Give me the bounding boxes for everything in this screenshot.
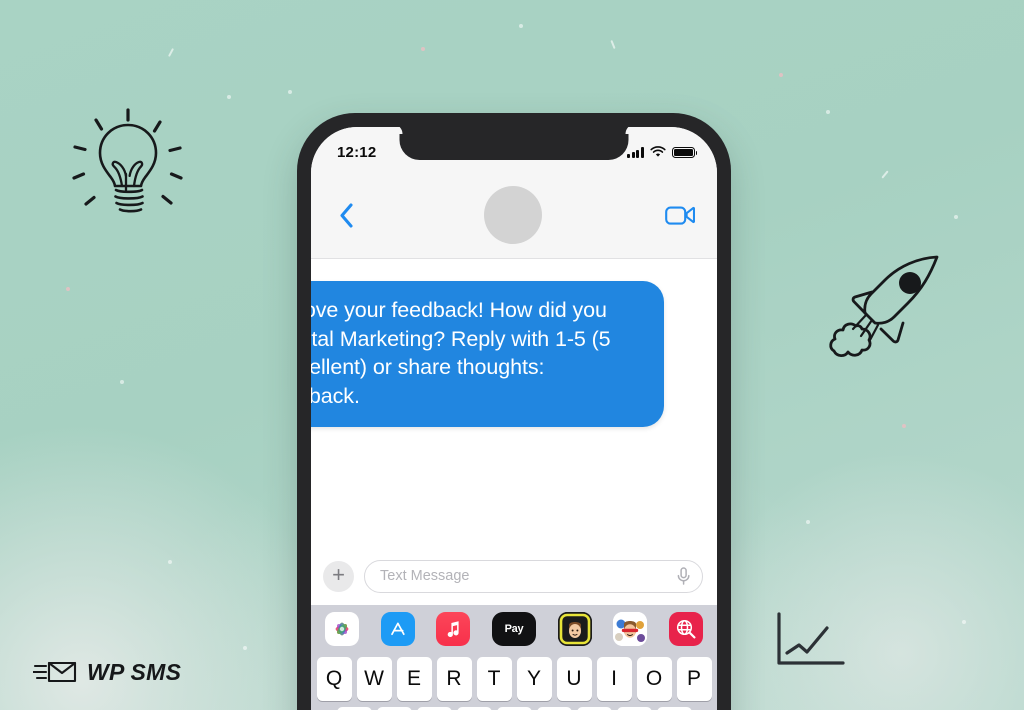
phone-mockup: 12:12 ve your feedback! How did you tal … xyxy=(297,113,731,710)
app-icon-applepay[interactable]: Pay xyxy=(491,611,536,646)
key-o[interactable]: O xyxy=(636,657,672,701)
message-input-bar: + Text Message xyxy=(311,547,717,605)
key-r[interactable]: R xyxy=(436,657,472,701)
confetti-dot xyxy=(421,47,425,51)
phone-notch xyxy=(399,127,629,160)
keyboard-row-1: Q W E R T Y U I O P xyxy=(314,657,714,701)
key-i[interactable]: I xyxy=(596,657,632,701)
avatar[interactable] xyxy=(484,186,542,244)
app-icon-appstore[interactable] xyxy=(380,611,415,646)
confetti-dot xyxy=(66,287,70,291)
key-y[interactable]: Y xyxy=(516,657,552,701)
confetti-dot xyxy=(826,110,830,114)
message-input-field[interactable]: Text Message xyxy=(364,559,703,593)
back-chevron-icon[interactable] xyxy=(331,202,361,228)
microphone-icon[interactable] xyxy=(677,566,690,586)
confetti-dot xyxy=(902,424,906,428)
confetti-dot xyxy=(954,215,958,219)
conversation-thread: 📢We'd love your feedback! How did you en… xyxy=(311,259,717,547)
battery-full-icon xyxy=(672,146,698,158)
imessage-app-row: Pay xyxy=(311,605,717,652)
wp-sms-logo-text: WP SMS xyxy=(87,658,182,685)
status-bar-icons xyxy=(627,146,698,158)
message-row: 📢We'd love your feedback! How did you en… xyxy=(311,281,664,428)
line-chart-doodle xyxy=(775,612,847,670)
confetti-dot xyxy=(243,646,247,650)
search-globe-icon xyxy=(676,619,696,638)
key-u[interactable]: U xyxy=(556,657,592,701)
key-p[interactable]: P xyxy=(676,657,712,701)
add-attachment-button[interactable]: + xyxy=(323,560,354,592)
lightbulb-doodle xyxy=(70,100,186,220)
plus-icon: + xyxy=(332,562,345,587)
signal-bars-icon xyxy=(627,147,644,158)
confetti-dot xyxy=(227,95,231,99)
rocket-doodle xyxy=(829,253,945,363)
app-icon-memoji-1[interactable] xyxy=(557,611,592,646)
memoji-glyph-2 xyxy=(613,611,648,646)
confetti-dot xyxy=(962,620,966,624)
confetti-dot xyxy=(168,560,172,564)
status-bar-time: 12:12 xyxy=(337,143,377,161)
video-camera-icon[interactable] xyxy=(665,205,695,226)
confetti-dot xyxy=(806,520,810,524)
confetti-dot xyxy=(120,380,124,384)
key-w[interactable]: W xyxy=(356,657,392,701)
message-input-placeholder: Text Message xyxy=(380,568,470,584)
message-text: We'd love your feedback! How did you enj… xyxy=(311,298,611,408)
message-bubble-outgoing[interactable]: 📢We'd love your feedback! How did you en… xyxy=(311,281,664,428)
confetti-dot xyxy=(779,73,783,77)
confetti-dot xyxy=(288,90,292,94)
key-e[interactable]: E xyxy=(396,657,432,701)
app-icon-music[interactable] xyxy=(436,611,471,646)
key-q[interactable]: Q xyxy=(316,657,352,701)
on-screen-keyboard: Q W E R T Y U I O P A S D F G H J K L xyxy=(311,652,717,710)
conversation-nav-bar xyxy=(311,175,717,255)
flying-envelope-icon xyxy=(33,661,77,683)
memoji-glyph-1 xyxy=(557,611,592,646)
key-t[interactable]: T xyxy=(476,657,512,701)
wp-sms-logo: WP SMS xyxy=(33,657,181,687)
app-icon-photos[interactable] xyxy=(325,611,359,646)
wifi-icon xyxy=(650,146,666,157)
app-icon-memoji-2[interactable] xyxy=(613,611,648,646)
app-icon-search[interactable] xyxy=(668,611,703,646)
phone-screen: 12:12 ve your feedback! How did you tal … xyxy=(311,127,717,710)
photos-glyph xyxy=(335,622,349,635)
music-note-glyph xyxy=(448,620,459,637)
confetti-dot xyxy=(519,24,523,28)
applepay-label: Pay xyxy=(504,622,524,635)
appstore-glyph xyxy=(390,622,405,635)
